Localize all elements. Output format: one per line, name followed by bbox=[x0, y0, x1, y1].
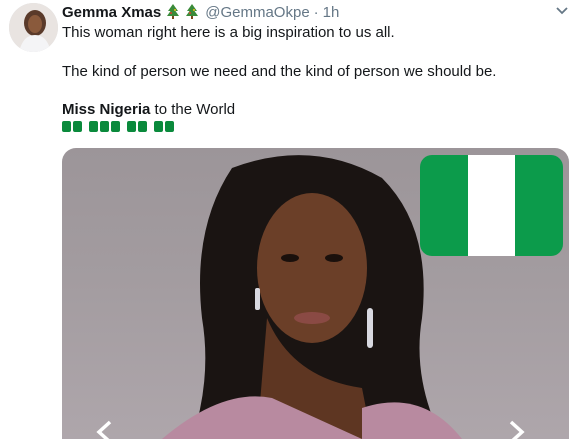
tweet-text-line2: The kind of person we need and the kind … bbox=[62, 63, 497, 80]
chevron-right-icon[interactable] bbox=[505, 418, 531, 439]
tweet-header: Gemma Xmas @GemmaOkpe · 1h bbox=[62, 2, 339, 22]
nigeria-flag-icon bbox=[420, 155, 563, 256]
christmas-tree-icon bbox=[186, 4, 199, 19]
green-hearts-row bbox=[62, 121, 174, 132]
chevron-down-icon[interactable] bbox=[555, 6, 569, 16]
tweet-photo[interactable] bbox=[62, 148, 569, 439]
author-handle[interactable]: @GemmaOkpe bbox=[205, 4, 309, 21]
green-heart-icon bbox=[62, 121, 71, 132]
text-rest: to the World bbox=[150, 101, 236, 118]
green-heart-icon bbox=[165, 121, 174, 132]
green-heart-icon bbox=[111, 121, 120, 132]
green-heart-icon bbox=[100, 121, 109, 132]
christmas-tree-icon bbox=[167, 4, 180, 19]
chevron-left-icon[interactable] bbox=[90, 418, 116, 439]
tweet-card[interactable]: Gemma Xmas @GemmaOkpe · 1h This woman ri… bbox=[0, 0, 585, 439]
bold-text: Miss Nigeria bbox=[62, 101, 151, 118]
green-heart-icon bbox=[73, 121, 82, 132]
author-name[interactable]: Gemma Xmas bbox=[62, 4, 161, 21]
green-heart-icon bbox=[138, 121, 147, 132]
tweet-text-line3: Miss Nigeria to the World bbox=[62, 100, 235, 120]
tweet-text-line1: This woman right here is a big inspirati… bbox=[62, 24, 395, 41]
timestamp[interactable]: 1h bbox=[323, 4, 340, 21]
separator: · bbox=[313, 3, 319, 21]
avatar[interactable] bbox=[9, 3, 58, 52]
green-heart-icon bbox=[127, 121, 136, 132]
green-heart-icon bbox=[89, 121, 98, 132]
green-heart-icon bbox=[154, 121, 163, 132]
avatar-image bbox=[9, 3, 58, 52]
